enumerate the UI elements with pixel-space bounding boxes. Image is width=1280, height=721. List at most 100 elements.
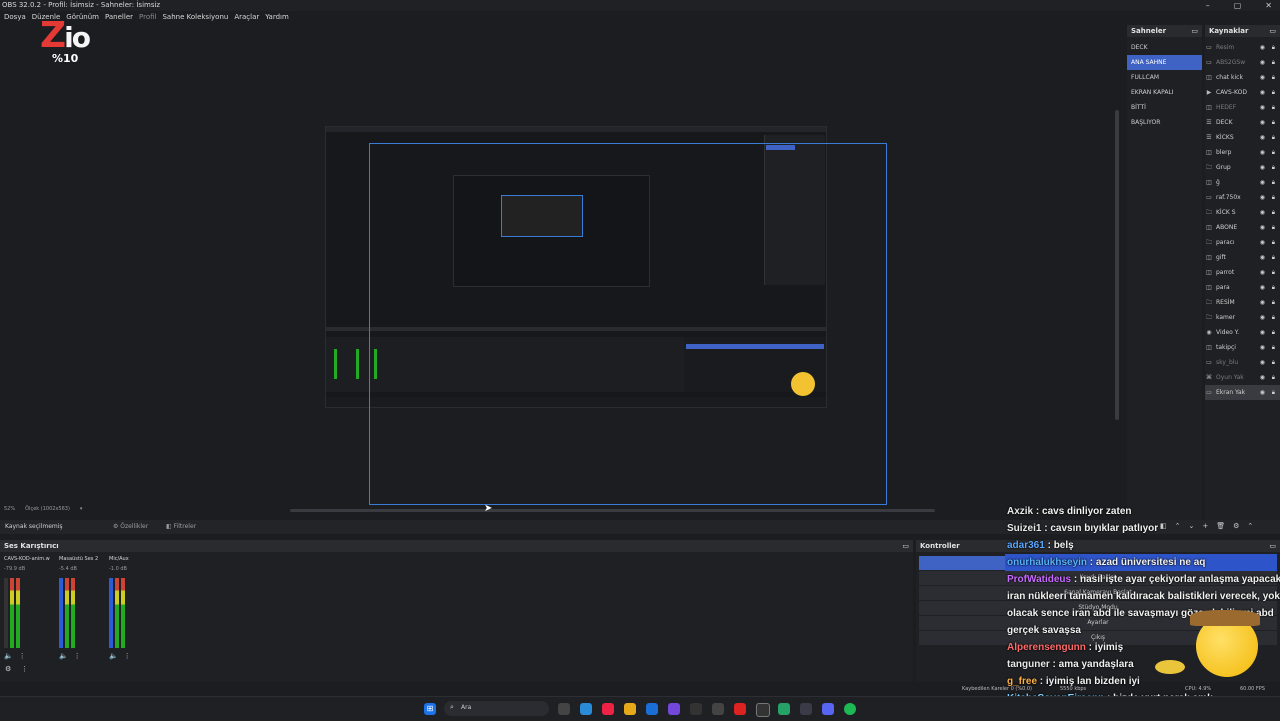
source-item[interactable]: ▭ Resim ◉ 🔒︎ (1205, 40, 1280, 55)
source-item[interactable]: 🗀 Grup ◉ 🔒︎ (1205, 160, 1280, 175)
dock-undock-icon[interactable]: ▭ (1191, 25, 1198, 37)
lock-icon[interactable]: 🔒︎ (1272, 235, 1275, 250)
source-item[interactable]: ▭ raf.750x ◉ 🔒︎ (1205, 190, 1280, 205)
eye-icon[interactable]: ◉ (1260, 295, 1265, 310)
lock-icon[interactable]: 🔒︎ (1272, 190, 1275, 205)
menu-file[interactable]: Dosya (4, 11, 26, 24)
source-item[interactable]: 🗀 kamer ◉ 🔒︎ (1205, 310, 1280, 325)
app-icon[interactable] (668, 703, 680, 715)
source-item[interactable]: ◫ para ◉ 🔒︎ (1205, 280, 1280, 295)
eye-icon[interactable]: ◉ (1260, 190, 1265, 205)
app-icon[interactable] (778, 703, 790, 715)
selection-bounding-box[interactable] (369, 143, 887, 505)
menu-profile[interactable]: Profil (139, 11, 156, 24)
filters-button[interactable]: ◧ Filtreler (166, 523, 196, 530)
eye-icon[interactable]: ◉ (1260, 205, 1265, 220)
source-item[interactable]: 🗀 KİCK S ◉ 🔒︎ (1205, 205, 1280, 220)
eye-icon[interactable]: ◉ (1260, 235, 1265, 250)
source-item[interactable]: ◫ takipçi ◉ 🔒︎ (1205, 340, 1280, 355)
lock-icon[interactable]: 🔒︎ (1272, 160, 1275, 175)
speaker-icon[interactable]: 🔈 (59, 652, 68, 660)
lock-icon[interactable]: 🔒︎ (1272, 385, 1275, 400)
menu-scene-collection[interactable]: Sahne Koleksiyonu (162, 11, 228, 24)
eye-icon[interactable]: ◉ (1260, 325, 1265, 340)
speaker-icon[interactable]: 🔈 (109, 652, 118, 660)
source-item[interactable]: 🗀 RESİM ◉ 🔒︎ (1205, 295, 1280, 310)
eye-icon[interactable]: ◉ (1260, 310, 1265, 325)
lock-icon[interactable]: 🔒︎ (1272, 115, 1275, 130)
obs-icon[interactable] (756, 703, 770, 717)
eye-icon[interactable]: ◉ (1260, 145, 1265, 160)
scene-item-ekran-kapali[interactable]: EKRAN KAPALI (1127, 85, 1202, 100)
windows-start-icon[interactable]: ⊞ (424, 703, 436, 715)
spotify-icon[interactable] (844, 703, 856, 715)
maximize-icon[interactable]: ▢ (1234, 0, 1242, 11)
eye-icon[interactable]: ◉ (1260, 340, 1265, 355)
source-item[interactable]: ▭ ABS2GSw ◉ 🔒︎ (1205, 55, 1280, 70)
more-icon[interactable]: ⋮ (74, 652, 81, 660)
lock-icon[interactable]: 🔒︎ (1272, 295, 1275, 310)
eye-icon[interactable]: ◉ (1260, 220, 1265, 235)
source-item[interactable]: ◫ gift ◉ 🔒︎ (1205, 250, 1280, 265)
chevron-down-icon[interactable]: ▾ (80, 506, 83, 512)
edge-icon[interactable] (580, 703, 592, 715)
eye-icon[interactable]: ◉ (1260, 160, 1265, 175)
source-item[interactable]: ▶ CAVS-KOD ◉ 🔒︎ (1205, 85, 1280, 100)
dock-undock-icon[interactable]: ▭ (1269, 25, 1276, 37)
zoom-scale-label[interactable]: Ölçek (1002x563) (25, 506, 70, 512)
lock-icon[interactable]: 🔒︎ (1272, 220, 1275, 235)
source-item[interactable]: ☰ KİCKS ◉ 🔒︎ (1205, 130, 1280, 145)
more-icon[interactable]: ⋮ (124, 652, 131, 660)
source-item[interactable]: ▭ sky_blu ◉ 🔒︎ (1205, 355, 1280, 370)
more-icon[interactable]: ⋮ (21, 665, 28, 673)
app-icon[interactable] (690, 703, 702, 715)
source-item[interactable]: ▭ Ekran Yak ◉ 🔒︎ (1205, 385, 1280, 400)
lock-icon[interactable]: 🔒︎ (1272, 130, 1275, 145)
steam-icon[interactable] (712, 703, 724, 715)
lock-icon[interactable]: 🔒︎ (1272, 265, 1275, 280)
lock-icon[interactable]: 🔒︎ (1272, 325, 1275, 340)
eye-icon[interactable]: ◉ (1260, 385, 1265, 400)
eye-icon[interactable]: ◉ (1260, 265, 1265, 280)
lock-icon[interactable]: 🔒︎ (1272, 40, 1275, 55)
lock-icon[interactable]: 🔒︎ (1272, 250, 1275, 265)
properties-button[interactable]: ⚙ Özellikler (113, 523, 148, 530)
folder-icon[interactable] (624, 703, 636, 715)
eye-icon[interactable]: ◉ (1260, 85, 1265, 100)
eye-icon[interactable]: ◉ (1260, 70, 1265, 85)
eye-icon[interactable]: ◉ (1260, 250, 1265, 265)
source-item[interactable]: ⌘ Oyun Yak ◉ 🔒︎ (1205, 370, 1280, 385)
eye-icon[interactable]: ◉ (1260, 115, 1265, 130)
eye-icon[interactable]: ◉ (1260, 370, 1265, 385)
fader-track[interactable] (59, 578, 63, 648)
speaker-icon[interactable]: 🔈 (4, 652, 13, 660)
preview-vertical-scrollbar[interactable] (1115, 110, 1119, 420)
lock-icon[interactable]: 🔒︎ (1272, 205, 1275, 220)
lock-icon[interactable]: 🔒︎ (1272, 355, 1275, 370)
lock-icon[interactable]: 🔒︎ (1272, 370, 1275, 385)
source-item[interactable]: ☰ DECK ◉ 🔒︎ (1205, 115, 1280, 130)
lock-icon[interactable]: 🔒︎ (1272, 70, 1275, 85)
eye-icon[interactable]: ◉ (1260, 55, 1265, 70)
lock-icon[interactable]: 🔒︎ (1272, 100, 1275, 115)
advanced-audio-icon[interactable]: ⚙ (5, 665, 11, 673)
app-icon[interactable] (734, 703, 746, 715)
scene-item-fullcam[interactable]: FULLCAM (1127, 70, 1202, 85)
eye-icon[interactable]: ◉ (1260, 280, 1265, 295)
lock-icon[interactable]: 🔒︎ (1272, 310, 1275, 325)
source-item[interactable]: ◫ blerp ◉ 🔒︎ (1205, 145, 1280, 160)
lock-icon[interactable]: 🔒︎ (1272, 340, 1275, 355)
source-item[interactable]: 🗀 paracı ◉ 🔒︎ (1205, 235, 1280, 250)
source-item[interactable]: ◫ parrot ◉ 🔒︎ (1205, 265, 1280, 280)
lock-icon[interactable]: 🔒︎ (1272, 280, 1275, 295)
source-item[interactable]: ◫ ğ ◉ 🔒︎ (1205, 175, 1280, 190)
lock-icon[interactable]: 🔒︎ (1272, 55, 1275, 70)
source-item[interactable]: ◫ HEDEF ◉ 🔒︎ (1205, 100, 1280, 115)
scene-item-bitti[interactable]: BİTTİ (1127, 100, 1202, 115)
scene-item-basliyor[interactable]: BAŞLIYOR (1127, 115, 1202, 130)
task-view-icon[interactable] (558, 703, 570, 715)
source-item[interactable]: ◫ chat kick ◉ 🔒︎ (1205, 70, 1280, 85)
scene-item-deck[interactable]: DECK (1127, 40, 1202, 55)
eye-icon[interactable]: ◉ (1260, 130, 1265, 145)
app-icon[interactable] (800, 703, 812, 715)
